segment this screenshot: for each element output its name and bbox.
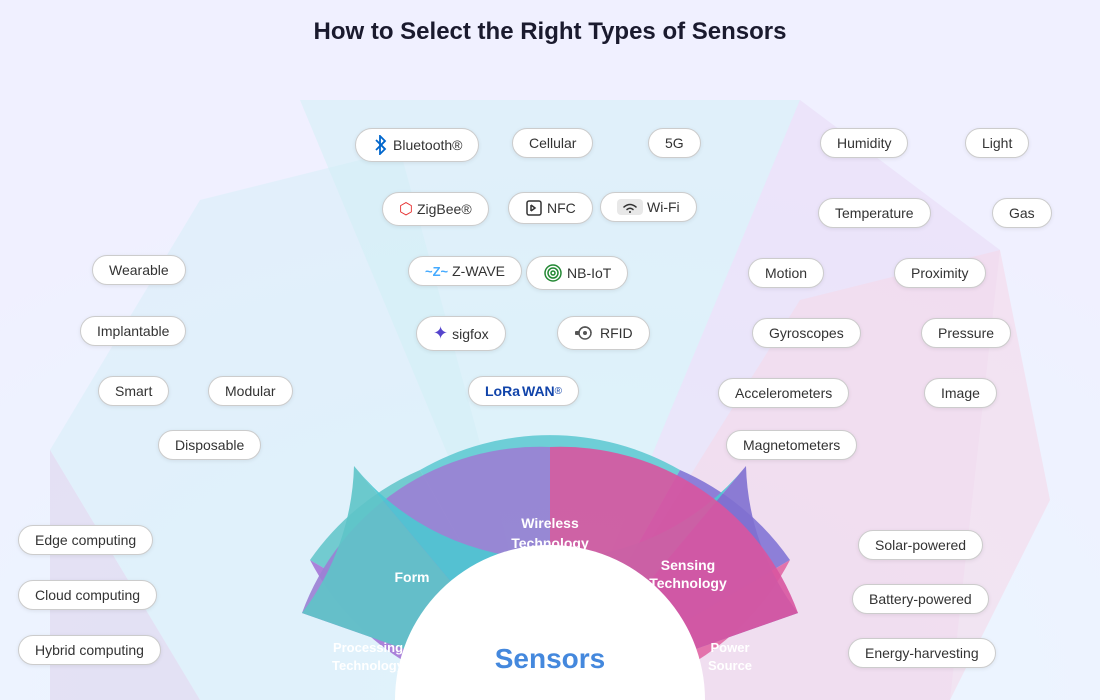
cloud-computing-pill: Cloud computing	[18, 580, 157, 610]
modular-pill: Modular	[208, 376, 293, 406]
zigbee-pill: ⬡ ZigBee®	[382, 192, 489, 226]
light-pill: Light	[965, 128, 1029, 158]
svg-text:Processing: Processing	[333, 640, 403, 655]
svg-text:Technology: Technology	[332, 658, 405, 673]
wearable-pill: Wearable	[92, 255, 186, 285]
svg-text:Power: Power	[710, 640, 749, 655]
svg-text:Sensors: Sensors	[495, 643, 606, 674]
rfid-pill: RFID	[557, 316, 650, 350]
solar-powered-pill: Solar-powered	[858, 530, 983, 560]
smart-pill: Smart	[98, 376, 169, 406]
5g-pill: 5G	[648, 128, 701, 158]
proximity-pill: Proximity	[894, 258, 986, 288]
energy-harvesting-pill: Energy-harvesting	[848, 638, 996, 668]
zwave-pill: ~Z~ Z-WAVE	[408, 256, 522, 286]
motion-pill: Motion	[748, 258, 824, 288]
implantable-pill: Implantable	[80, 316, 186, 346]
lorawan-pill: LoRaWAN®	[468, 376, 579, 406]
svg-text:Wireless: Wireless	[521, 515, 579, 531]
humidity-pill: Humidity	[820, 128, 908, 158]
svg-text:Technology: Technology	[649, 575, 727, 591]
temperature-pill: Temperature	[818, 198, 931, 228]
disposable-pill: Disposable	[158, 430, 261, 460]
nbiot-pill: NB-IoT	[526, 256, 628, 290]
svg-text:Form: Form	[395, 569, 430, 585]
wifi-pill: Wi-Fi	[600, 192, 697, 222]
magnetometers-pill: Magnetometers	[726, 430, 857, 460]
gas-pill: Gas	[992, 198, 1052, 228]
hybrid-computing-pill: Hybrid computing	[18, 635, 161, 665]
sigfox-pill: ✦ sigfox	[416, 316, 506, 351]
page-title: How to Select the Right Types of Sensors	[0, 18, 1100, 46]
cellular-pill: Cellular	[512, 128, 593, 158]
battery-powered-pill: Battery-powered	[852, 584, 989, 614]
image-pill: Image	[924, 378, 997, 408]
pressure-pill: Pressure	[921, 318, 1011, 348]
accelerometers-pill: Accelerometers	[718, 378, 849, 408]
svg-text:Sensing: Sensing	[661, 557, 715, 573]
gyroscopes-pill: Gyroscopes	[752, 318, 861, 348]
bluetooth-pill: Bluetooth®	[355, 128, 479, 162]
svg-text:Technology: Technology	[511, 535, 589, 551]
svg-text:Source: Source	[708, 658, 752, 673]
nfc-pill: NFC	[508, 192, 593, 224]
edge-computing-pill: Edge computing	[18, 525, 153, 555]
